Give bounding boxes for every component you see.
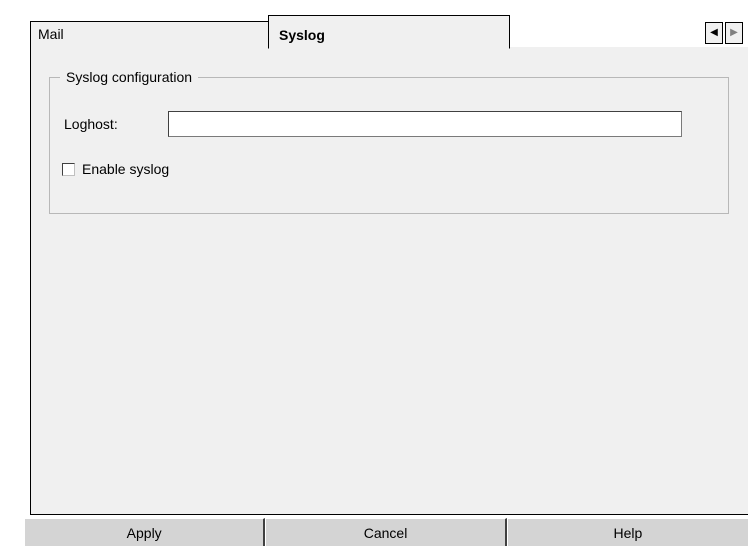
syslog-configuration-group: Syslog configuration: [49, 68, 729, 214]
apply-button[interactable]: Apply: [24, 518, 266, 546]
tab-syslog-label: Syslog: [279, 27, 325, 43]
syslog-tab-panel: Syslog configuration Loghost: Enable sys…: [30, 47, 748, 515]
loghost-label: Loghost:: [64, 116, 118, 132]
tab-mail[interactable]: Mail: [30, 21, 270, 47]
tab-scroll-arrows: ◀ ▶: [705, 22, 745, 44]
triangle-left-icon: ◀: [710, 27, 718, 38]
apply-button-label: Apply: [126, 524, 162, 541]
cancel-button[interactable]: Cancel: [265, 518, 507, 546]
tab-scroll-left-button[interactable]: ◀: [705, 22, 723, 44]
syslog-settings-window: Mail Syslog ◀ ▶ Syslog configuration Log…: [0, 0, 748, 546]
checkbox-icon[interactable]: [62, 162, 75, 176]
enable-syslog-label[interactable]: Enable syslog: [82, 160, 169, 178]
help-button[interactable]: Help: [506, 518, 748, 546]
group-title: Syslog configuration: [60, 68, 199, 86]
tab-mail-label: Mail: [38, 26, 64, 42]
help-button-label: Help: [613, 524, 643, 541]
cancel-button-label: Cancel: [363, 524, 408, 541]
loghost-input[interactable]: [168, 111, 682, 137]
tab-scroll-right-button[interactable]: ▶: [725, 22, 743, 44]
enable-syslog-checkbox[interactable]: Enable syslog: [62, 160, 169, 178]
tab-syslog[interactable]: Syslog: [268, 15, 510, 49]
button-bar: Apply Cancel Help: [24, 518, 748, 546]
triangle-right-icon: ▶: [730, 27, 738, 38]
